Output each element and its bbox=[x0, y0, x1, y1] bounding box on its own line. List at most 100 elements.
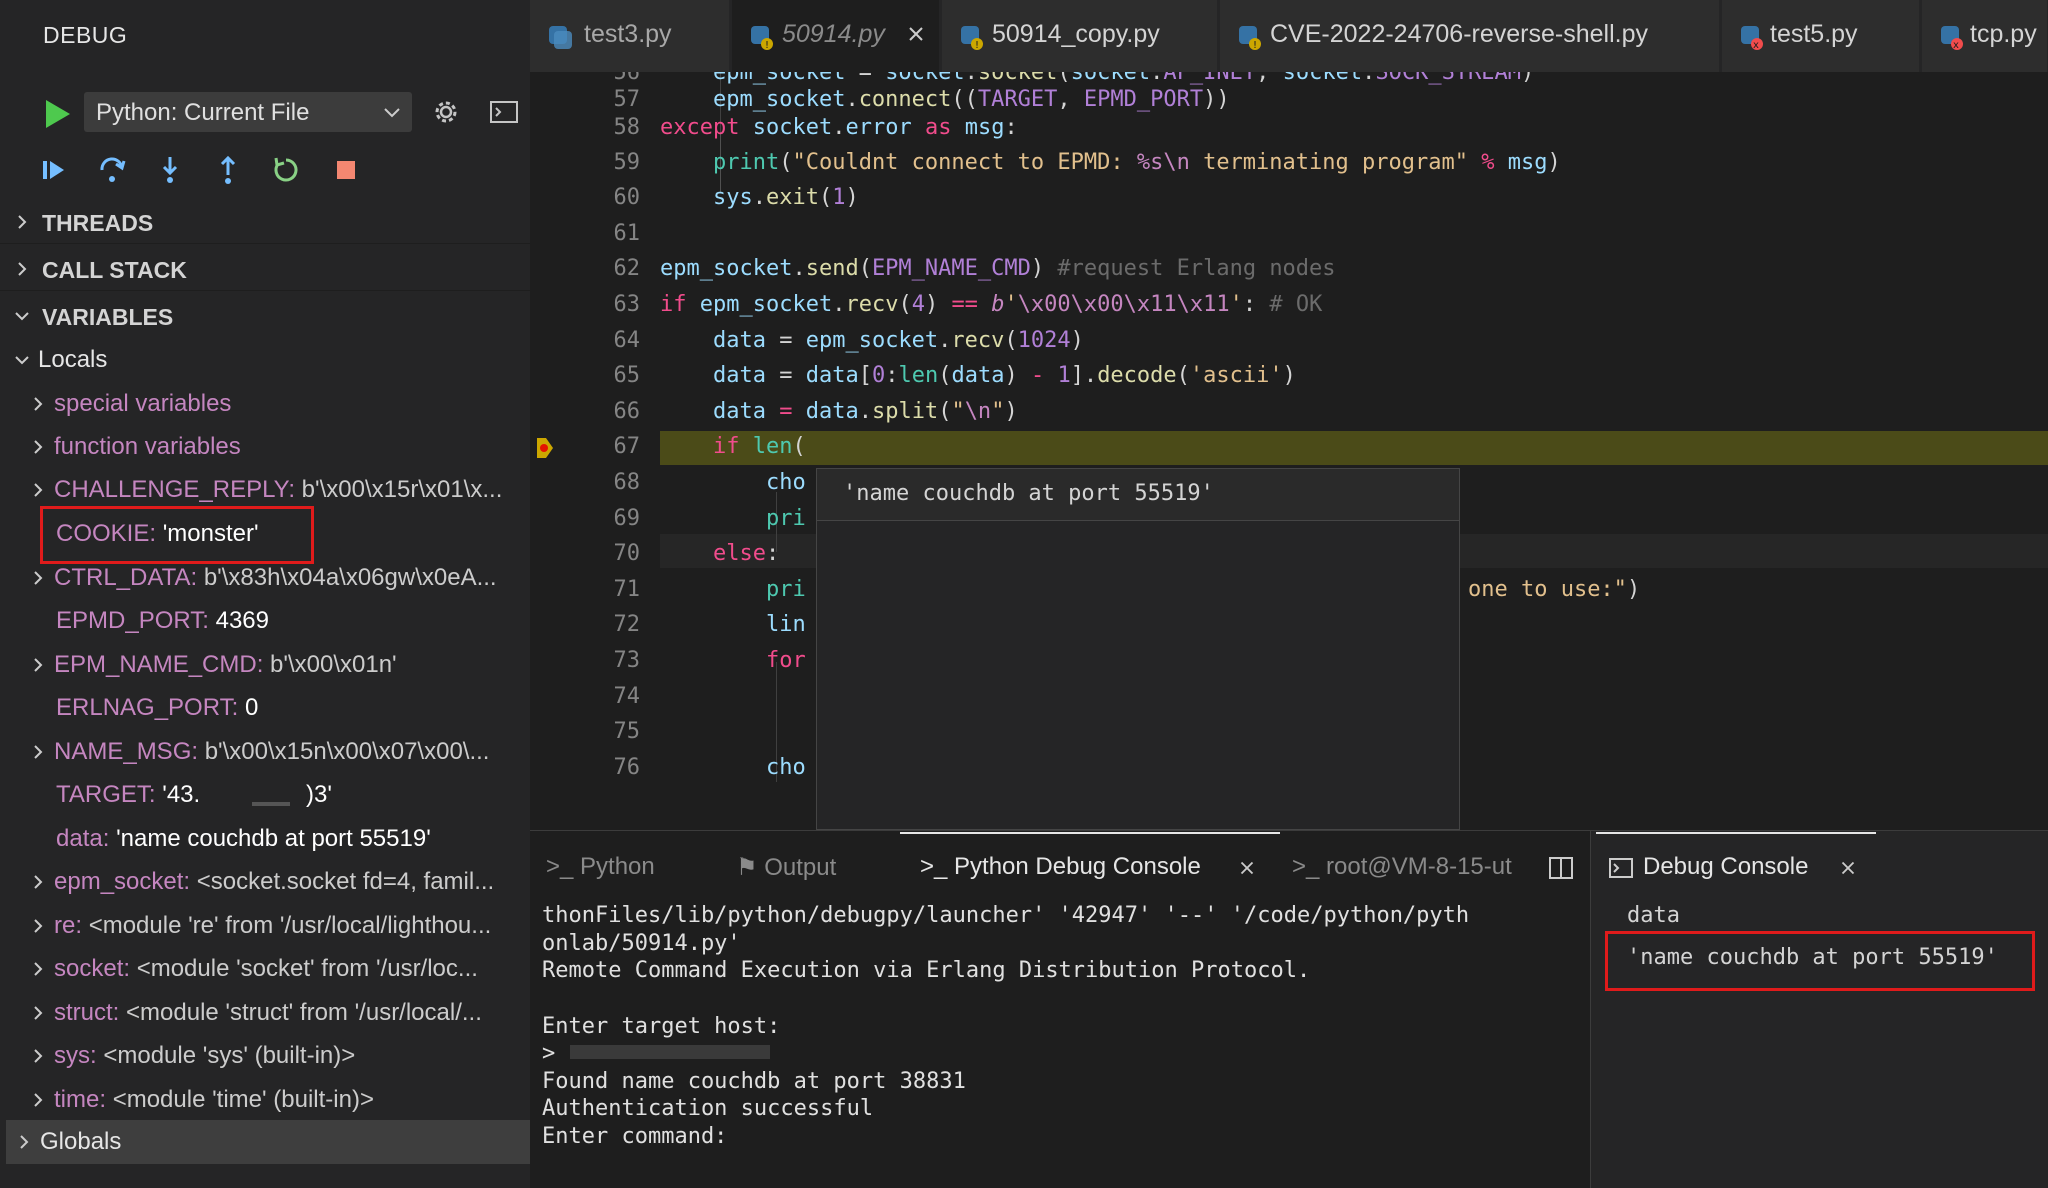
variable-row[interactable]: CHALLENGE_REPLY: b'\x00\x15r\x01\x... bbox=[0, 468, 530, 511]
step-into-icon[interactable] bbox=[154, 154, 186, 186]
variable-value: <module 're' from '/usr/local/lighthou..… bbox=[88, 912, 492, 939]
variable-row[interactable]: struct: <module 'struct' from '/usr/loca… bbox=[0, 991, 530, 1034]
chevron-down-icon bbox=[384, 108, 400, 118]
variable-name: ERLNAG_PORT: bbox=[56, 694, 239, 721]
tab-terminal[interactable]: >_ root@VM-8-15-ut bbox=[1292, 853, 1512, 881]
variable-row[interactable]: ERLNAG_PORT: 0 bbox=[0, 686, 530, 729]
variables-section-header[interactable]: VARIABLES bbox=[0, 294, 530, 338]
step-over-icon[interactable] bbox=[96, 154, 128, 186]
debug-console-toggle-icon[interactable] bbox=[490, 100, 518, 124]
code-line: cho bbox=[765, 470, 806, 495]
svg-text:x: x bbox=[1753, 40, 1759, 51]
split-panel-icon[interactable] bbox=[1548, 855, 1574, 881]
svg-text:x: x bbox=[1953, 40, 1959, 51]
chevron-right-icon bbox=[34, 571, 43, 585]
variable-row[interactable]: EPMD_PORT: 4369 bbox=[0, 599, 530, 642]
start-debugging-icon[interactable] bbox=[42, 96, 72, 132]
active-tab-indicator bbox=[900, 832, 1280, 834]
variable-name: data: bbox=[56, 825, 110, 852]
chevron-right-icon bbox=[34, 440, 43, 454]
variable-row[interactable]: time: <module 'time' (built-in)> bbox=[0, 1078, 530, 1121]
redacted-mark bbox=[570, 1045, 770, 1059]
highlight-box bbox=[1605, 931, 2035, 991]
close-icon[interactable] bbox=[904, 22, 928, 46]
tab-python-terminal[interactable]: >_ Python bbox=[546, 853, 655, 881]
variable-row[interactable]: sys: <module 'sys' (built-in)> bbox=[0, 1034, 530, 1077]
line-number: 59 bbox=[613, 150, 641, 175]
code-line: data = data[0:len(data) - 1].decode('asc… bbox=[712, 363, 1296, 388]
step-out-icon[interactable] bbox=[212, 154, 244, 186]
close-icon[interactable] bbox=[1837, 857, 1859, 879]
debug-console-title[interactable]: Debug Console bbox=[1643, 853, 1808, 881]
globals-scope[interactable]: Globals bbox=[6, 1120, 530, 1164]
variable-value: <module 'socket' from '/usr/loc... bbox=[136, 955, 478, 982]
variable-row[interactable]: function variables bbox=[0, 425, 530, 468]
call-stack-section-header[interactable]: CALL STACK bbox=[0, 247, 530, 291]
tab-label: test5.py bbox=[1770, 20, 1858, 48]
code-line: except socket.error as msg: bbox=[660, 115, 1018, 140]
debug-sidebar: DEBUG Python: Current File THREADS CALL … bbox=[0, 0, 530, 1188]
tab-label: Python bbox=[580, 853, 655, 880]
chevron-right-icon bbox=[34, 1006, 43, 1020]
threads-section-header[interactable]: THREADS bbox=[0, 200, 530, 244]
tab-50914[interactable]: ! 50914.py bbox=[732, 0, 940, 72]
line-number: 74 bbox=[613, 684, 641, 709]
python-file-error-icon: x bbox=[1941, 26, 1963, 51]
line-number: 68 bbox=[613, 470, 641, 495]
variable-row[interactable]: epm_socket: <socket.socket fd=4, famil..… bbox=[0, 860, 530, 903]
restart-icon[interactable] bbox=[270, 154, 302, 186]
code-line: print("Couldnt connect to EPMD: %s\n ter… bbox=[712, 150, 1561, 175]
variable-name: TARGET: bbox=[56, 781, 156, 808]
tab-python-debug-console[interactable]: >_ Python Debug Console bbox=[920, 853, 1201, 881]
line-number: 70 bbox=[613, 541, 641, 566]
gear-icon[interactable] bbox=[430, 96, 462, 128]
tab-label: root@VM-8-15-ut bbox=[1326, 853, 1512, 880]
python-file-warning-icon: ! bbox=[1239, 26, 1261, 51]
bottom-panel: >_ Python ⚑ Output >_ Python Debug Conso… bbox=[530, 830, 1590, 1188]
variable-row[interactable]: CTRL_DATA: b'\x83h\x04a\x06gw\x0eA... bbox=[0, 556, 530, 599]
tab-test3[interactable]: test3.py bbox=[530, 0, 730, 72]
variable-row[interactable]: data: 'name couchdb at port 55519' bbox=[0, 817, 530, 860]
chevron-right-icon bbox=[34, 745, 43, 759]
variable-row[interactable]: socket: <module 'socket' from '/usr/loc.… bbox=[0, 947, 530, 990]
variable-value: b'\x83h\x04a\x06gw\x0eA... bbox=[203, 564, 497, 591]
launch-config-select[interactable]: Python: Current File bbox=[84, 92, 412, 132]
line-number: 72 bbox=[613, 612, 641, 637]
locals-scope[interactable]: Locals bbox=[0, 338, 530, 381]
variable-row[interactable]: TARGET: '43. )3' bbox=[0, 773, 530, 816]
tab-cve-reverse-shell[interactable]: ! CVE-2022-24706-reverse-shell.py bbox=[1220, 0, 1720, 72]
tab-50914-copy[interactable]: ! 50914_copy.py bbox=[942, 0, 1218, 72]
line-number: 76 bbox=[613, 755, 641, 780]
stop-icon[interactable] bbox=[330, 154, 362, 186]
hover-value: 'name couchdb at port 55519' bbox=[843, 481, 1214, 506]
variable-value: <module 'time' (built-in)> bbox=[112, 1086, 374, 1113]
variable-value: <module 'sys' (built-in)> bbox=[103, 1042, 356, 1069]
tab-tcp[interactable]: x tcp.py bbox=[1922, 0, 2048, 72]
chevron-right-icon bbox=[34, 483, 43, 497]
line-number: 67 bbox=[613, 434, 641, 459]
variable-name: function variables bbox=[54, 433, 241, 460]
locals-label: Locals bbox=[38, 346, 108, 373]
line-number: 62 bbox=[613, 256, 641, 281]
tab-output[interactable]: ⚑ Output bbox=[736, 853, 836, 882]
close-icon[interactable] bbox=[1236, 857, 1258, 879]
code-line: if epm_socket.recv(4) == b'\x00\x00\x11\… bbox=[660, 292, 1323, 317]
terminal-line: > bbox=[542, 1041, 556, 1066]
variable-row[interactable]: EPM_NAME_CMD: b'\x00\x01n' bbox=[0, 643, 530, 686]
launch-config-label: Python: Current File bbox=[96, 99, 310, 126]
variable-row[interactable]: re: <module 're' from '/usr/local/lighth… bbox=[0, 904, 530, 947]
code-line: epm_socket = socket.socket(socket.AF_INE… bbox=[712, 72, 1535, 85]
variable-name: epm_socket: bbox=[54, 868, 191, 895]
tab-test5[interactable]: x test5.py bbox=[1722, 0, 1920, 72]
code-line: else: bbox=[712, 541, 780, 566]
variable-value: <module 'struct' from '/usr/local/... bbox=[126, 999, 482, 1026]
sidebar-title: DEBUG bbox=[43, 22, 128, 48]
code-line: if len( bbox=[712, 434, 806, 459]
variable-row[interactable]: special variables bbox=[0, 382, 530, 425]
continue-icon[interactable] bbox=[38, 154, 70, 186]
line-number: 56 bbox=[613, 72, 641, 85]
chevron-right-icon bbox=[34, 962, 43, 976]
variable-value: b'\x00\x15r\x01\x... bbox=[301, 476, 503, 503]
launch-config-row: Python: Current File bbox=[38, 92, 518, 136]
variable-row[interactable]: NAME_MSG: b'\x00\x15n\x00\x07\x00\... bbox=[0, 730, 530, 773]
